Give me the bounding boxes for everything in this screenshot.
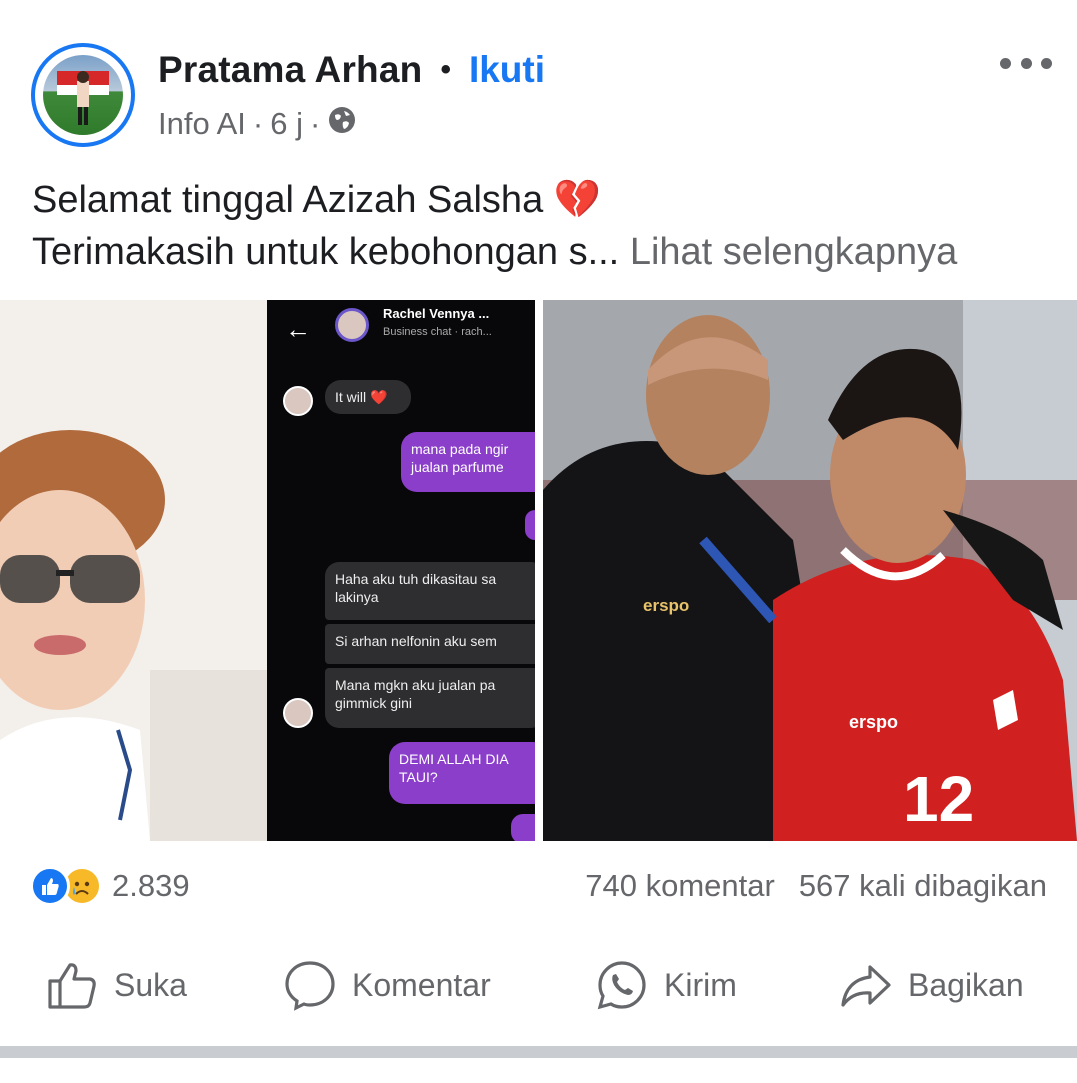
send-label: Kirim <box>664 966 737 1003</box>
chat-message-partial <box>511 814 535 841</box>
chat-message: Haha aku tuh dikasitau sa lakinya <box>325 562 535 620</box>
post-stats: 2.839 740 komentar 567 kali dibagikan <box>0 850 1077 920</box>
like-button[interactable]: Suka <box>46 950 187 1020</box>
chat-avatar <box>335 308 369 342</box>
thumbs-up-icon <box>48 963 96 1009</box>
post-time[interactable]: 6 j <box>270 106 303 142</box>
jersey-number: 12 <box>903 763 975 835</box>
shares-count[interactable]: 567 kali dibagikan <box>799 868 1047 904</box>
post-source[interactable]: Info AI <box>158 106 246 142</box>
name-separator: • <box>440 53 451 86</box>
post-media[interactable]: ← Rachel Vennya ... Business chat · rach… <box>0 300 1077 841</box>
sender-avatar <box>283 698 313 728</box>
post-divider <box>0 1046 1077 1058</box>
chat-message: It will ❤️ <box>325 380 411 414</box>
sender-avatar <box>283 386 313 416</box>
globe-icon <box>327 105 357 143</box>
caption-line-2: Terimakasih untuk kebohongan s... Lihat … <box>32 226 1062 278</box>
chat-message: Si arhan nelfonin aku sem <box>325 624 535 664</box>
send-button[interactable]: Kirim <box>596 950 737 1020</box>
meta-dot: · <box>309 106 321 141</box>
chat-header: ← Rachel Vennya ... Business chat · rach… <box>267 300 535 360</box>
brand-logo-coach: erspo <box>643 596 690 615</box>
share-arrow-icon <box>841 965 891 1007</box>
author-avatar[interactable] <box>31 43 135 147</box>
chat-title: Rachel Vennya ... <box>383 306 490 321</box>
avatar-photo <box>43 55 123 135</box>
reaction-count: 2.839 <box>112 868 190 903</box>
share-button[interactable]: Bagikan <box>840 950 1024 1020</box>
post-caption: Selamat tinggal Azizah Salsha 💔 Terimaka… <box>32 174 1062 278</box>
follow-button[interactable]: Ikuti <box>469 49 545 91</box>
like-reaction-icon <box>30 866 70 906</box>
comment-bubble-icon <box>285 961 335 1011</box>
reactions-summary[interactable]: 2.839 <box>30 864 190 908</box>
back-arrow-icon: ← <box>285 314 311 344</box>
more-options-icon[interactable] <box>1000 52 1052 74</box>
chat-message: DEMI ALLAH DIA TAUI? <box>389 742 535 804</box>
post-header: Pratama Arhan • Ikuti Info AI · 6 j · <box>0 0 1077 160</box>
action-bar: Suka Komentar Kirim Bagikan <box>0 950 1077 1020</box>
chat-screenshot: ← Rachel Vennya ... Business chat · rach… <box>267 300 535 841</box>
comment-label: Komentar <box>352 966 491 1003</box>
comment-button[interactable]: Komentar <box>284 950 491 1020</box>
chat-message: mana pada ngir jualan parfume <box>401 432 535 492</box>
brand-logo-jersey: erspo <box>849 712 899 732</box>
chat-subtitle: Business chat · rach... <box>383 326 492 338</box>
comments-count[interactable]: 740 komentar <box>585 868 775 904</box>
caption-text: Terimakasih untuk kebohongan s... <box>32 231 620 273</box>
like-label: Suka <box>114 966 187 1003</box>
whatsapp-icon <box>597 961 646 1010</box>
chat-message: Mana mgkn aku jualan pa gimmick gini <box>325 668 535 728</box>
caption-line-1: Selamat tinggal Azizah Salsha 💔 <box>32 179 602 221</box>
author-name[interactable]: Pratama Arhan <box>158 49 422 91</box>
football-photo: erspo erspo 12 <box>543 300 1077 841</box>
portrait-photo <box>0 300 267 841</box>
chat-message-partial <box>525 510 535 540</box>
share-label: Bagikan <box>908 966 1024 1003</box>
meta-dot: · <box>252 106 264 141</box>
see-more-link[interactable]: Lihat selengkapnya <box>630 231 957 273</box>
